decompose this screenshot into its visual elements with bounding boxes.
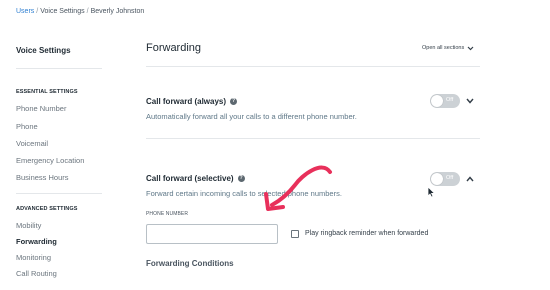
sidebar-item-voicemail[interactable]: Voicemail bbox=[16, 139, 48, 148]
help-icon[interactable]: ? bbox=[230, 98, 238, 105]
breadcrumb-separator: / bbox=[36, 8, 39, 15]
ringback-reminder-label: Play ringback reminder when forwarded bbox=[305, 230, 429, 237]
annotation-arrow bbox=[264, 165, 332, 211]
toggle-state-label: Off bbox=[446, 97, 454, 103]
toggle-state-label: Off bbox=[446, 175, 454, 181]
sidebar-section-divider bbox=[16, 193, 102, 194]
sidebar-item-call-routing[interactable]: Call Routing bbox=[16, 269, 57, 278]
sidebar-item-forwarding[interactable]: Forwarding bbox=[16, 237, 57, 246]
chevron-up-icon[interactable] bbox=[466, 176, 474, 182]
open-all-sections-button[interactable]: Open all sections bbox=[422, 45, 474, 51]
breadcrumb-separator: / bbox=[86, 8, 89, 15]
breadcrumb-current-user: Beverly Johnston bbox=[90, 8, 145, 15]
toggle-knob bbox=[431, 95, 443, 107]
breadcrumb-voice-settings: Voice Settings bbox=[40, 8, 85, 15]
sidebar-title-divider bbox=[16, 68, 102, 69]
help-icon[interactable]: ? bbox=[237, 175, 245, 182]
phone-number-input[interactable] bbox=[146, 224, 278, 244]
chevron-down-icon bbox=[467, 46, 474, 50]
toggle-knob bbox=[431, 173, 443, 185]
sidebar-title: Voice Settings bbox=[16, 46, 71, 55]
setting-call-forward-always-title: Call forward (always) ? bbox=[146, 97, 238, 106]
sidebar-section-essential: ESSENTIAL SETTINGS bbox=[16, 89, 78, 95]
sidebar-section-advanced: ADVANCED SETTINGS bbox=[16, 206, 78, 212]
header-divider bbox=[146, 66, 480, 67]
sidebar-item-business-hours[interactable]: Business Hours bbox=[16, 173, 69, 182]
sidebar: Voice Settings bbox=[16, 46, 102, 55]
call-forward-selective-toggle[interactable]: Off bbox=[430, 172, 460, 186]
breadcrumb: Users / Voice Settings / Beverly Johnston bbox=[16, 8, 144, 15]
setting-call-forward-selective-title: Call forward (selective) ? bbox=[146, 174, 245, 183]
sidebar-item-phone-number[interactable]: Phone Number bbox=[16, 104, 66, 113]
setting-call-forward-selective-description: Forward certain incoming calls to select… bbox=[146, 189, 342, 198]
setting-divider bbox=[146, 138, 480, 139]
phone-number-label: PHONE NUMBER bbox=[146, 211, 189, 217]
forwarding-conditions-title: Forwarding Conditions bbox=[146, 259, 234, 268]
sidebar-item-phone[interactable]: Phone bbox=[16, 122, 38, 131]
sidebar-item-mobility[interactable]: Mobility bbox=[16, 221, 41, 230]
breadcrumb-users-link[interactable]: Users bbox=[16, 8, 34, 15]
mouse-cursor-icon bbox=[427, 186, 436, 198]
chevron-down-icon[interactable] bbox=[466, 98, 474, 104]
page-title: Forwarding bbox=[146, 42, 202, 54]
ringback-reminder-checkbox[interactable] bbox=[291, 230, 299, 238]
sidebar-item-monitoring[interactable]: Monitoring bbox=[16, 253, 51, 262]
call-forward-always-toggle[interactable]: Off bbox=[430, 94, 460, 108]
setting-title-label: Call forward (selective) bbox=[146, 174, 234, 183]
setting-title-label: Call forward (always) bbox=[146, 97, 227, 106]
setting-call-forward-always-description: Automatically forward all your calls to … bbox=[146, 112, 357, 121]
open-all-sections-label: Open all sections bbox=[422, 45, 465, 51]
sidebar-item-emergency-location[interactable]: Emergency Location bbox=[16, 156, 84, 165]
